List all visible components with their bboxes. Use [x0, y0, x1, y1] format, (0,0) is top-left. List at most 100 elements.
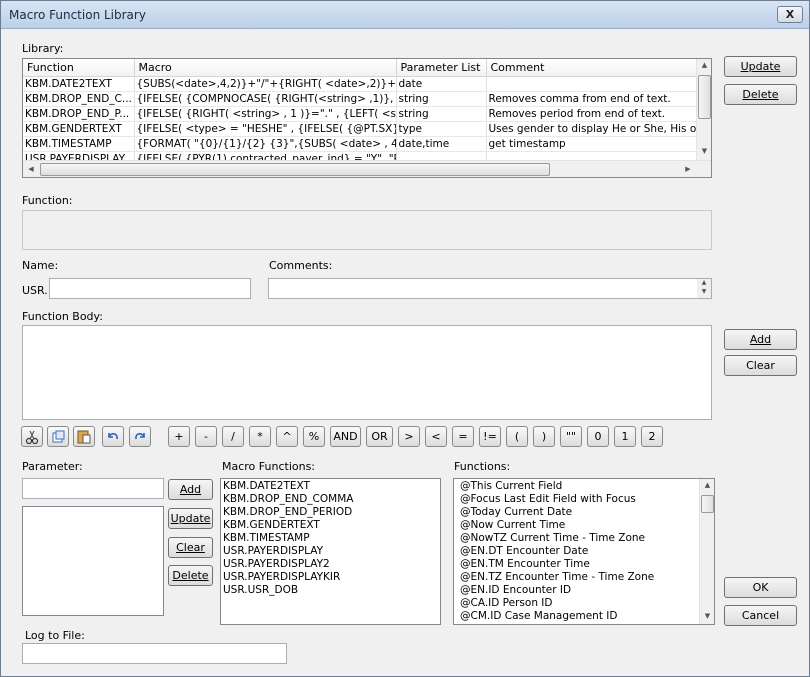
table-row[interactable]: KBM.TIMESTAMP {FORMAT( "{0}/{1}/{2} {3}",…	[23, 136, 697, 152]
list-item[interactable]: @Focus Last Edit Field with Focus	[454, 493, 714, 506]
table-row[interactable]: KBM.DROP_END_C... {IFELSE( {COMPNOCASE( {…	[23, 91, 697, 107]
table-cell: string	[396, 106, 487, 122]
column-header[interactable]: Parameter List	[396, 59, 487, 77]
parameter-update-label: Update	[170, 512, 211, 525]
parameter-update-button[interactable]: Update	[168, 508, 213, 529]
operator-and-button[interactable]: AND	[330, 426, 361, 447]
operator-percent-button[interactable]: %	[303, 426, 325, 447]
paste-button[interactable]	[73, 426, 95, 447]
functions-scrollbar[interactable]: ▲ ▼	[699, 479, 714, 624]
macro-functions-list[interactable]: KBM.DATE2TEXT KBM.DROP_END_COMMA KBM.DRO…	[220, 478, 441, 625]
parameter-input[interactable]	[22, 478, 164, 499]
list-item[interactable]: USR.PAYERDISPLAY	[221, 545, 440, 558]
undo-button[interactable]	[102, 426, 124, 447]
list-item[interactable]: KBM.TIMESTAMP	[221, 532, 440, 545]
scroll-left-arrow[interactable]: ◀	[26, 165, 36, 173]
name-label: Name:	[22, 259, 59, 272]
comments-down-arrow[interactable]: ▼	[697, 288, 711, 295]
library-horizontal-scrollbar[interactable]: ◀ ▶	[23, 160, 711, 177]
scroll-right-arrow[interactable]: ▶	[683, 165, 693, 173]
log-to-file-input[interactable]	[22, 643, 287, 664]
operator-equals-button[interactable]: =	[452, 426, 474, 447]
list-item[interactable]: KBM.DROP_END_PERIOD	[221, 506, 440, 519]
table-row[interactable]: KBM.DROP_END_P... {IFELSE( {RIGHT( <strin…	[23, 106, 697, 122]
operator-plus-button[interactable]: +	[168, 426, 190, 447]
scroll-thumb-horizontal[interactable]	[40, 163, 550, 176]
scroll-down-arrow[interactable]: ▼	[697, 147, 711, 155]
operator-quotes-button[interactable]: ""	[560, 426, 582, 447]
library-update-button[interactable]: Update	[724, 56, 797, 77]
list-item[interactable]: @CA.ID Person ID	[454, 597, 714, 610]
library-vertical-scrollbar[interactable]: ▲ ▼	[696, 59, 711, 160]
operator-divide-button[interactable]: /	[222, 426, 244, 447]
list-item[interactable]: @EN.ID Encounter ID	[454, 584, 714, 597]
name-input[interactable]	[49, 278, 251, 299]
list-item[interactable]: @CM.ID Case Management ID	[454, 610, 714, 623]
ok-button[interactable]: OK	[724, 577, 797, 598]
parameter-delete-button[interactable]: Delete	[168, 565, 213, 586]
function-body-add-button[interactable]: Add	[724, 329, 797, 350]
list-item[interactable]: @This Current Field	[454, 480, 714, 493]
table-cell	[486, 76, 697, 92]
library-grid[interactable]: Function Macro Parameter List Comment KBM.D…	[22, 58, 712, 178]
list-item[interactable]: @EN.TM Encounter Time	[454, 558, 714, 571]
list-item[interactable]: @EN.DT Encounter Date	[454, 545, 714, 558]
table-cell: type	[396, 121, 487, 137]
operator-one-button[interactable]: 1	[614, 426, 636, 447]
operator-two-button[interactable]: 2	[641, 426, 663, 447]
operator-minus-button[interactable]: -	[195, 426, 217, 447]
scroll-thumb[interactable]	[701, 495, 714, 513]
operator-greater-button[interactable]: >	[398, 426, 420, 447]
column-header[interactable]: Macro	[134, 59, 397, 77]
operator-open-paren-button[interactable]: (	[506, 426, 528, 447]
table-cell: {FORMAT( "{0}/{1}/{2} {3}",{SUBS( <date>…	[134, 136, 397, 152]
scroll-thumb[interactable]	[698, 75, 711, 119]
functions-list[interactable]: @This Current Field @Focus Last Edit Fie…	[453, 478, 715, 625]
operator-or-button[interactable]: OR	[366, 426, 393, 447]
comments-input[interactable]: ▲ ▼	[268, 278, 712, 299]
table-cell: {IFELSE( <type> = "HESHE" , {IFELSE( {@P…	[134, 121, 397, 137]
operator-multiply-button[interactable]: *	[249, 426, 271, 447]
list-item[interactable]: @Today Current Date	[454, 506, 714, 519]
list-item[interactable]: @EN.TZ Encounter Time - Time Zone	[454, 571, 714, 584]
parameter-clear-button[interactable]: Clear	[168, 537, 213, 558]
column-header[interactable]: Function	[23, 59, 135, 77]
list-item[interactable]: KBM.DATE2TEXT	[221, 480, 440, 493]
parameter-delete-label: Delete	[172, 569, 209, 582]
list-item[interactable]: @NowTZ Current Time - Time Zone	[454, 532, 714, 545]
log-to-file-label: Log to File:	[25, 629, 85, 642]
operator-zero-button[interactable]: 0	[587, 426, 609, 447]
list-item[interactable]: USR.PAYERDISPLAYKIR	[221, 571, 440, 584]
copy-button[interactable]	[47, 426, 69, 447]
operator-less-button[interactable]: <	[425, 426, 447, 447]
close-button[interactable]: X	[777, 6, 803, 23]
parameter-add-button[interactable]: Add	[168, 479, 213, 500]
list-item[interactable]: KBM.DROP_END_COMMA	[221, 493, 440, 506]
cut-button[interactable]	[21, 426, 43, 447]
scroll-down-arrow[interactable]: ▼	[700, 612, 714, 620]
table-row[interactable]: KBM.DATE2TEXT {SUBS(<date>,4,2)}+"/"+{RIG…	[23, 76, 697, 92]
table-cell: KBM.DROP_END_C...	[23, 91, 135, 107]
macro-function-library-dialog: Macro Function Library X Library: Functi…	[0, 0, 810, 677]
scroll-up-arrow[interactable]: ▲	[697, 61, 711, 69]
redo-icon	[135, 433, 145, 440]
operator-power-button[interactable]: ^	[276, 426, 298, 447]
cancel-button[interactable]: Cancel	[724, 605, 797, 626]
parameter-list[interactable]	[22, 506, 164, 616]
list-item[interactable]: USR.PAYERDISPLAY2	[221, 558, 440, 571]
comments-up-arrow[interactable]: ▲	[697, 279, 711, 286]
operator-close-paren-button[interactable]: )	[533, 426, 555, 447]
list-item[interactable]: USR.USR_DOB	[221, 584, 440, 597]
column-header[interactable]: Comment	[486, 59, 697, 77]
operator-not-equals-button[interactable]: !=	[479, 426, 501, 447]
table-cell: Removes comma from end of text.	[486, 91, 697, 107]
list-item[interactable]: @Now Current Time	[454, 519, 714, 532]
comments-spin[interactable]: ▲ ▼	[697, 279, 711, 298]
scroll-up-arrow[interactable]: ▲	[700, 481, 714, 489]
function-body-textarea[interactable]	[22, 325, 712, 420]
library-delete-button[interactable]: Delete	[724, 84, 797, 105]
list-item[interactable]: KBM.GENDERTEXT	[221, 519, 440, 532]
redo-button[interactable]	[129, 426, 151, 447]
table-row[interactable]: KBM.GENDERTEXT {IFELSE( <type> = "HESHE" …	[23, 121, 697, 137]
function-body-clear-button[interactable]: Clear	[724, 355, 797, 376]
